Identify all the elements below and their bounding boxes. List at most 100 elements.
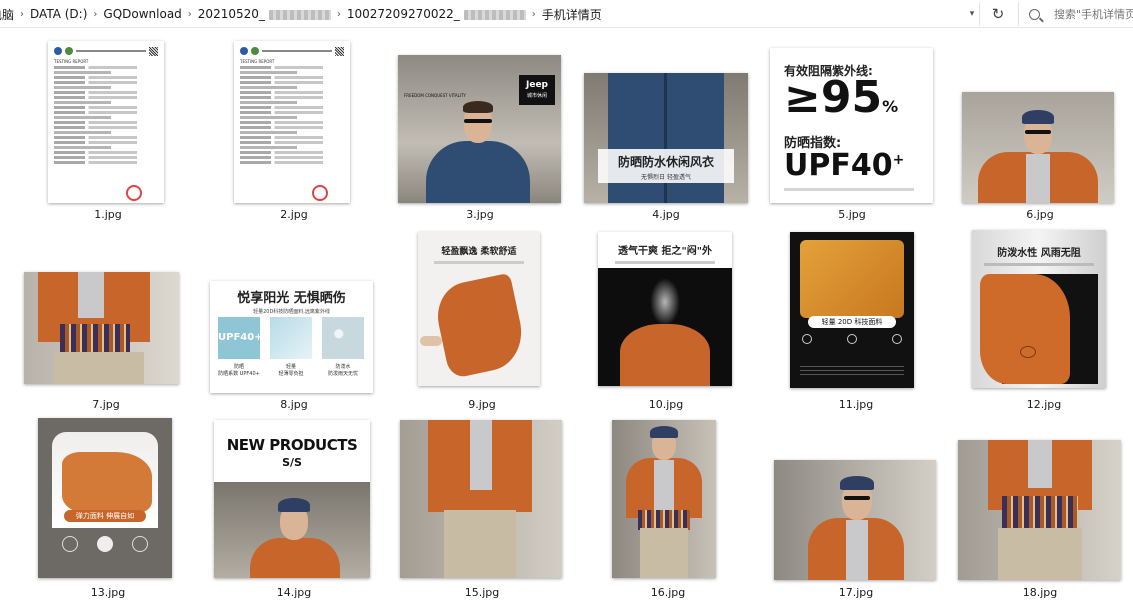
redacted-text [268, 9, 331, 20]
light-icon [132, 536, 149, 552]
sunglasses-icon [1025, 130, 1051, 134]
report-title: TESTING REPORT [240, 59, 275, 64]
pants-shape [444, 510, 516, 578]
file-thumbnail: TESTING REPORT [234, 41, 350, 203]
uv-value-number: ≥95 [784, 72, 883, 123]
breadcrumb-separator-icon[interactable]: › [335, 9, 343, 20]
file-item[interactable]: 有效阻隔紫外线: ≥95% 防晒指数: UPF40+ 5.jpg [770, 38, 935, 223]
breadcrumb-separator-icon[interactable]: › [18, 9, 26, 20]
file-item[interactable]: 弹力面料 伸展自如 13.jpg [30, 418, 195, 603]
cap-icon [840, 476, 874, 490]
breadcrumb-separator-icon[interactable]: › [186, 9, 194, 20]
feature-caption-2-desc: 轻薄零负担 [278, 371, 304, 377]
shirt-shape [654, 460, 674, 510]
file-name: 9.jpg [468, 398, 496, 411]
file-item[interactable]: 7.jpg [20, 230, 185, 415]
jacket-shape [250, 538, 340, 578]
jacket-shape [426, 141, 530, 203]
pants-shape [54, 352, 144, 384]
feature-tile-water [322, 317, 364, 359]
file-name: 2.jpg [280, 208, 308, 221]
file-thumbnail: NEW PRODUCTS S/S [214, 420, 370, 578]
file-item[interactable]: TESTING REPORT 1.jpg [20, 38, 180, 223]
file-name: 10.jpg [648, 398, 684, 411]
brand-subtitle: 城市休闲 [526, 93, 547, 99]
file-thumbnail: 弹力面料 伸展自如 [38, 418, 172, 578]
fine-print [784, 188, 914, 191]
shirt-shape [78, 272, 104, 318]
shirt-shape [846, 520, 868, 580]
file-name: 5.jpg [838, 208, 866, 221]
file-item[interactable]: 防晒防水休闲风衣 无惧烈日 轻盈透气 4.jpg [584, 38, 749, 223]
breadcrumb-date-folder[interactable]: 20210520_ [194, 7, 335, 21]
file-item[interactable]: 悦享阳光 无惧晒伤 轻量20D科技防晒面料,远离紫外线 UPF40+ 防晒 防晒系… [210, 230, 375, 415]
file-item[interactable]: 轻量 20D 科技面料 11.jpg [776, 230, 941, 415]
breadcrumb-product-folder[interactable]: 10027209270022_ [343, 7, 530, 21]
fabric-label: 轻量 20D 科技面料 [808, 316, 896, 328]
breadcrumb[interactable]: 电脑 › DATA (D:) › GQDownload › 20210520_ … [0, 2, 980, 26]
redacted-text [463, 9, 526, 20]
search-input[interactable] [1054, 7, 1133, 21]
breadcrumb-separator-icon[interactable]: › [530, 9, 538, 20]
file-item[interactable]: 15.jpg [400, 418, 565, 603]
refresh-icon[interactable]: ↻ [986, 2, 1010, 26]
file-thumbnail: 防泼水性 风雨无阻 [972, 230, 1106, 388]
caption-box: 防晒防水休闲风衣 无惧烈日 轻盈透气 [598, 149, 734, 183]
steam-shape [650, 278, 680, 326]
file-name: 11.jpg [838, 398, 874, 411]
stamp-icon [312, 185, 328, 201]
file-thumbnail: 轻盈飘逸 柔软舒适 [418, 232, 540, 386]
breadcrumb-gqdownload[interactable]: GQDownload [99, 7, 185, 21]
cap-icon [650, 426, 678, 438]
file-name: 6.jpg [1026, 208, 1054, 221]
breadcrumb-this-pc[interactable]: 电脑 [0, 6, 18, 23]
hair-shape [463, 101, 493, 113]
file-thumbnail [962, 92, 1114, 203]
shirt-shape [1028, 440, 1052, 488]
fabric-label: 弹力面料 伸展自如 [64, 510, 146, 522]
file-thumbnail [958, 440, 1121, 580]
banner-subtitle-line [984, 263, 1094, 266]
banner-subtitle: 轻量20D科技防晒面料,远离紫外线 [253, 309, 330, 315]
file-item[interactable]: NEW PRODUCTS S/S 14.jpg [214, 418, 379, 603]
breadcrumb-current-folder[interactable]: 手机详情页 [538, 6, 606, 23]
file-item[interactable]: 18.jpg [958, 418, 1123, 603]
flex-icon [61, 536, 78, 552]
cap-icon [1022, 110, 1054, 124]
file-item[interactable]: 透气干爽 拒之"闷"外 10.jpg [586, 230, 751, 415]
banner-title: 悦享阳光 无惧晒伤 [237, 291, 346, 306]
file-item[interactable]: 6.jpg [958, 38, 1123, 223]
sunglasses-icon [464, 119, 492, 123]
file-thumbnail: 透气干爽 拒之"闷"外 [598, 232, 732, 386]
orange-sleeve [980, 274, 1070, 384]
feature-caption-1: 防晒 防晒系数 UPF40+ [216, 363, 262, 377]
file-item[interactable]: 16.jpg [588, 418, 753, 603]
file-thumbnail: 防晒防水休闲风衣 无惧烈日 轻盈透气 [584, 73, 748, 203]
file-item[interactable]: 17.jpg [774, 418, 939, 603]
caption-subtitle: 无惧烈日 轻盈透气 [641, 174, 691, 181]
orange-fabric [620, 324, 710, 386]
file-item[interactable]: FREEDOM CONQUEST VITALITY Jeep 城市休闲 3.jp… [398, 38, 563, 223]
breadcrumb-data-drive[interactable]: DATA (D:) [26, 7, 91, 21]
file-item[interactable]: 防泼水性 风雨无阻 12.jpg [962, 230, 1127, 415]
chevron-down-icon[interactable]: ▾ [964, 2, 980, 26]
orange-fabric [800, 240, 904, 318]
plaid-shirt [60, 324, 130, 354]
search-box[interactable] [1018, 2, 1133, 26]
banner-title: 防泼水性 风雨无阻 [997, 248, 1081, 259]
banner-subtitle-line [434, 261, 524, 264]
feature-caption-3-desc: 防泼雨天无忧 [327, 371, 358, 377]
file-item[interactable]: 轻盈飘逸 柔软舒适 9.jpg [400, 230, 565, 415]
stamp-icon [126, 185, 142, 201]
orange-fabric [62, 452, 152, 514]
banner-title: 轻盈飘逸 柔软舒适 [441, 247, 517, 257]
feature-caption-3: 防泼水 防泼雨天无忧 [320, 363, 366, 377]
upf-badge: UPF40+ [218, 332, 263, 343]
stretch-icon [96, 536, 113, 552]
banner-subtitle-line [615, 261, 715, 264]
hand-shape [420, 336, 442, 346]
search-icon [1029, 8, 1040, 20]
file-item[interactable]: TESTING REPORT 2.jpg [210, 38, 370, 223]
report-header [54, 45, 158, 57]
breadcrumb-separator-icon[interactable]: › [91, 9, 99, 20]
